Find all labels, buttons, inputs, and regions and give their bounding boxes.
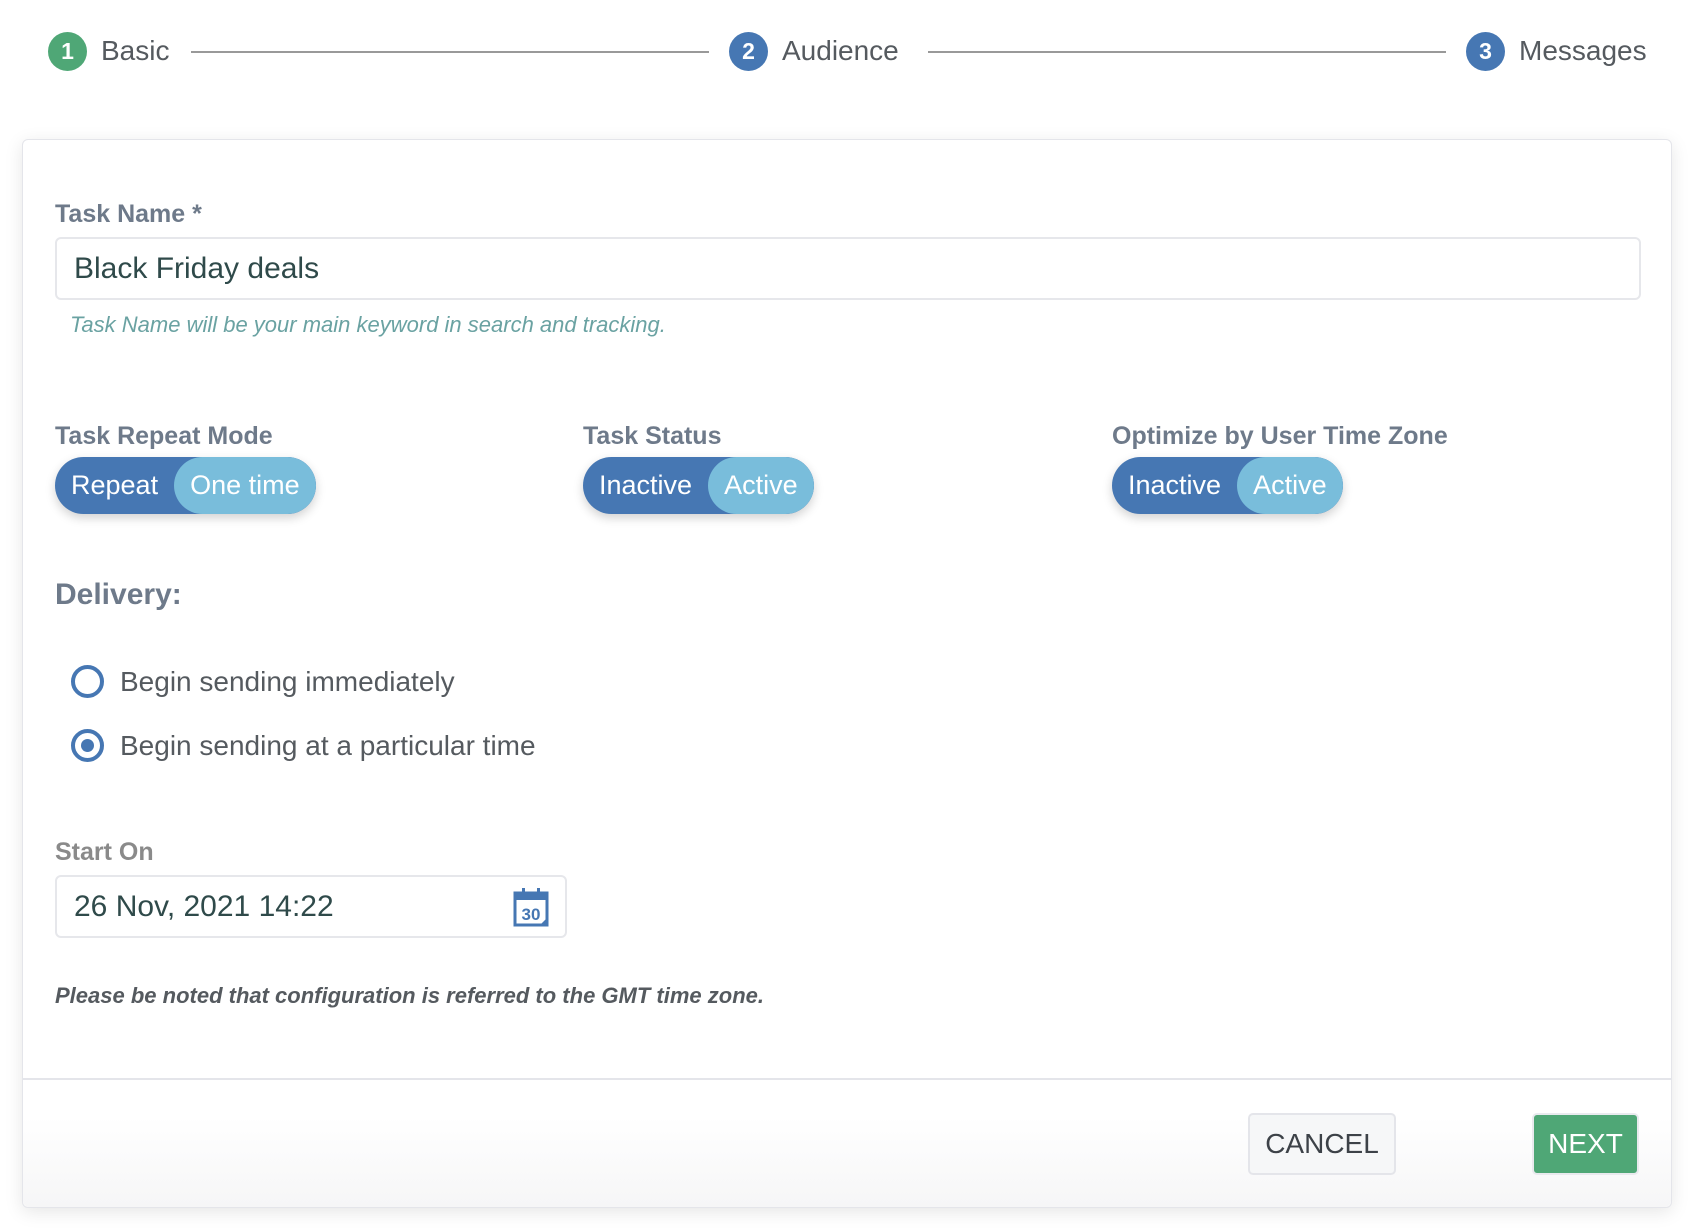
task-form-card: Task Name * Black Friday deals Task Name… (22, 139, 1672, 1208)
start-on-label: Start On (55, 838, 154, 866)
optimize-tz-label: Optimize by User Time Zone (1112, 422, 1448, 450)
wizard-stepper: 1 Basic 2 Audience 3 Messages (48, 30, 1648, 72)
svg-text:30: 30 (522, 905, 541, 924)
step-number-badge: 2 (729, 31, 768, 71)
optimize-tz-option-active[interactable]: Active (1237, 457, 1343, 514)
step-basic[interactable]: 1 Basic (48, 30, 169, 72)
delivery-option-particular-time[interactable]: Begin sending at a particular time (71, 729, 536, 762)
gmt-note: Please be noted that configuration is re… (55, 983, 764, 1008)
repeat-mode-option-one-time[interactable]: One time (174, 457, 316, 514)
repeat-mode-toggle[interactable]: Repeat One time (55, 457, 316, 514)
task-name-help: Task Name will be your main keyword in s… (70, 312, 666, 337)
delivery-option-label: Begin sending immediately (120, 665, 455, 697)
task-name-input[interactable]: Black Friday deals (55, 237, 1641, 300)
repeat-mode-option-repeat[interactable]: Repeat (55, 457, 174, 514)
next-button[interactable]: NEXT (1532, 1113, 1639, 1175)
task-status-option-active[interactable]: Active (708, 457, 814, 514)
step-connector (928, 51, 1446, 53)
step-label: Audience (782, 35, 899, 66)
step-audience[interactable]: 2 Audience (729, 30, 899, 72)
start-on-value: 26 Nov, 2021 14:22 (74, 889, 334, 923)
task-name-label: Task Name * (55, 200, 202, 228)
step-number-badge: 1 (48, 31, 87, 71)
card-footer-background (23, 1117, 1671, 1207)
footer-divider (23, 1078, 1671, 1080)
delivery-option-label: Begin sending at a particular time (120, 729, 536, 761)
start-on-input[interactable]: 26 Nov, 2021 14:22 30 (55, 875, 567, 938)
optimize-tz-toggle[interactable]: Inactive Active (1112, 457, 1343, 514)
optimize-tz-option-inactive[interactable]: Inactive (1112, 457, 1237, 514)
repeat-mode-label: Task Repeat Mode (55, 422, 273, 450)
delivery-title: Delivery: (55, 578, 182, 611)
delivery-option-immediately[interactable]: Begin sending immediately (71, 665, 455, 698)
step-label: Messages (1519, 35, 1647, 66)
step-label: Basic (101, 35, 170, 66)
step-messages[interactable]: 3 Messages (1466, 30, 1647, 72)
task-name-value: Black Friday deals (74, 251, 320, 285)
radio-unchecked-icon[interactable] (71, 665, 104, 698)
task-status-option-inactive[interactable]: Inactive (583, 457, 708, 514)
step-connector (191, 51, 709, 53)
cancel-button[interactable]: CANCEL (1248, 1113, 1396, 1175)
radio-checked-icon[interactable] (71, 729, 104, 762)
step-number-badge: 3 (1466, 31, 1505, 71)
task-status-toggle[interactable]: Inactive Active (583, 457, 814, 514)
calendar-icon[interactable]: 30 (513, 887, 551, 927)
task-status-label: Task Status (583, 422, 722, 450)
